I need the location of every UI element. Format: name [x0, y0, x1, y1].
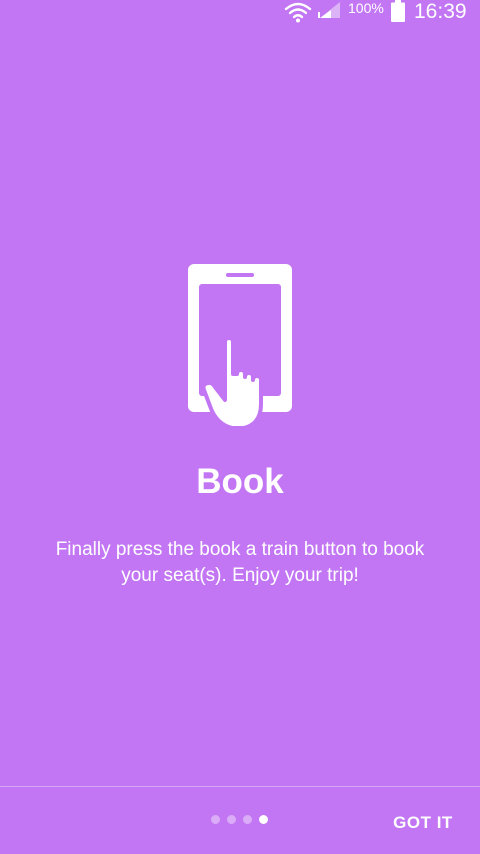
phone-tap-icon — [188, 264, 292, 432]
bottom-divider — [0, 786, 480, 787]
got-it-button[interactable]: GOT IT — [376, 803, 470, 843]
slide-description: Finally press the book a train button to… — [55, 539, 425, 586]
signal-icon — [318, 0, 342, 25]
page-dot-3 — [243, 815, 252, 824]
page-dot-1 — [211, 815, 220, 824]
wifi-icon — [284, 0, 312, 29]
slide-title: Book — [196, 462, 284, 501]
page-dot-2 — [227, 815, 236, 824]
page-indicator — [211, 815, 268, 825]
page-dot-4 — [259, 815, 268, 824]
battery-percent: 100% — [348, 0, 384, 16]
clock: 16:39 — [414, 0, 467, 23]
status-bar: 100% 16:39 — [0, 0, 480, 34]
battery-icon — [391, 0, 405, 27]
